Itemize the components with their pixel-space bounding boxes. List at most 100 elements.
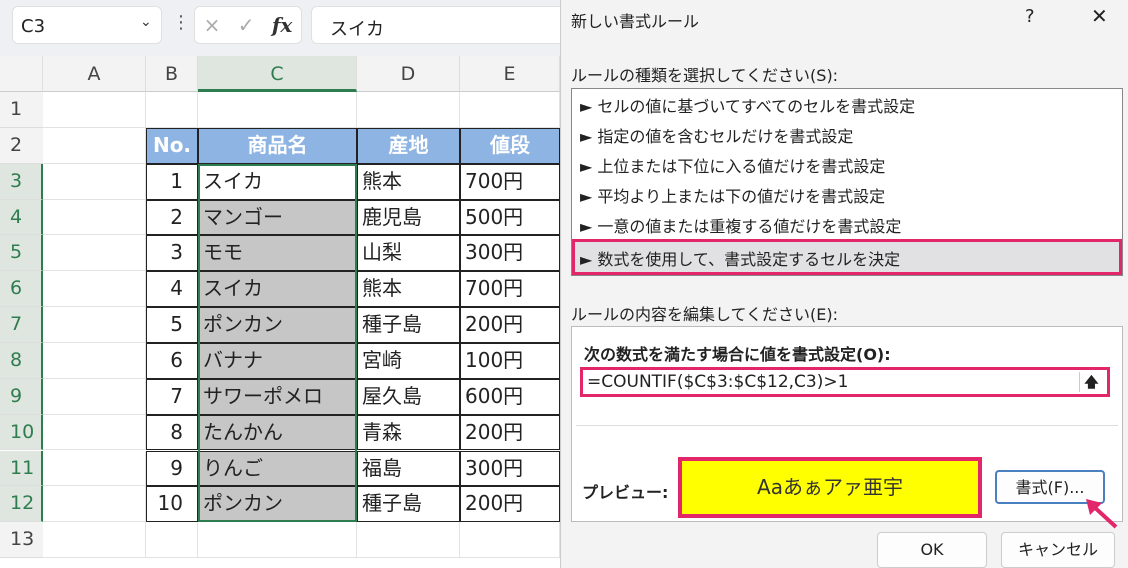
table-cell[interactable]: 種子島: [357, 486, 460, 523]
table-cell[interactable]: 500円: [460, 199, 560, 236]
row-header-3[interactable]: 3: [0, 163, 43, 200]
table-cell[interactable]: 種子島: [357, 307, 460, 343]
table-cell[interactable]: 300円: [460, 235, 560, 272]
table-cell[interactable]: 300円: [460, 450, 560, 487]
row-header-7[interactable]: 7: [0, 307, 43, 343]
cell[interactable]: [146, 522, 198, 559]
table-cell[interactable]: 9: [146, 450, 198, 487]
cell[interactable]: [43, 307, 146, 343]
row-header-1[interactable]: 1: [0, 92, 43, 128]
function-icon[interactable]: fx: [272, 13, 293, 37]
table-cell[interactable]: 200円: [460, 486, 560, 523]
rule-type-label: 平均より上または下の値だけを書式設定: [597, 187, 886, 206]
column-header-B[interactable]: B: [146, 56, 198, 92]
rule-formula-input[interactable]: =COUNTIF($C$3:$C$12,C3)>1 🡅: [580, 367, 1110, 397]
table-cell[interactable]: 200円: [460, 414, 560, 451]
table-header-cell[interactable]: 値段: [460, 127, 560, 164]
dialog-title: 新しい書式ルール: [571, 12, 700, 31]
column-header-C[interactable]: C: [198, 56, 357, 92]
cell[interactable]: [43, 342, 146, 379]
rule-type-item[interactable]: ► 数式を使用して、書式設定するセルを決定: [572, 239, 1122, 275]
table-cell[interactable]: 8: [146, 414, 198, 451]
column-header-E[interactable]: E: [460, 56, 560, 92]
select-all-corner[interactable]: [0, 56, 43, 92]
row-header-12[interactable]: 12: [0, 486, 43, 523]
cell[interactable]: [460, 92, 560, 128]
row-header-11[interactable]: 11: [0, 450, 43, 487]
column-header-A[interactable]: A: [43, 56, 146, 92]
cell[interactable]: [43, 450, 146, 487]
table-cell[interactable]: 熊本: [357, 163, 460, 200]
cell[interactable]: [460, 522, 560, 559]
row-header-9[interactable]: 9: [0, 378, 43, 415]
rule-type-list[interactable]: ► セルの値に基づいてすべてのセルを書式設定 ► 指定の値を含むセルだけを書式設定…: [571, 88, 1123, 276]
cell[interactable]: [43, 271, 146, 308]
cancel-button[interactable]: キャンセル: [1001, 532, 1115, 568]
row-header-4[interactable]: 4: [0, 199, 43, 236]
table-cell[interactable]: 福島: [357, 450, 460, 487]
table-cell[interactable]: 700円: [460, 163, 560, 200]
table-cell[interactable]: 山梨: [357, 235, 460, 272]
table-header-cell[interactable]: No.: [146, 127, 198, 164]
row-header-13[interactable]: 13: [0, 522, 43, 559]
table-cell[interactable]: 600円: [460, 378, 560, 415]
check-icon[interactable]: ✓: [238, 13, 255, 37]
collapse-dialog-icon[interactable]: 🡅: [1079, 372, 1103, 392]
table-cell[interactable]: 2: [146, 199, 198, 236]
table-cell[interactable]: 青森: [357, 414, 460, 451]
rule-type-label: 数式を使用して、書式設定するセルを決定: [597, 250, 901, 269]
table-cell[interactable]: 6: [146, 342, 198, 379]
table-cell[interactable]: 4: [146, 271, 198, 308]
cell[interactable]: [43, 163, 146, 200]
cell[interactable]: [43, 522, 146, 559]
cell[interactable]: [43, 235, 146, 272]
cell[interactable]: [43, 378, 146, 415]
table-cell[interactable]: 100円: [460, 342, 560, 379]
preview-label: プレビュー:: [582, 483, 669, 502]
table-cell[interactable]: 3: [146, 235, 198, 272]
table-cell[interactable]: 5: [146, 307, 198, 343]
ok-button[interactable]: OK: [877, 532, 987, 568]
table-header-cell[interactable]: 商品名: [198, 127, 357, 164]
more-icon[interactable]: ⋮: [172, 12, 190, 33]
cell[interactable]: [357, 522, 460, 559]
row-header-2[interactable]: 2: [0, 127, 43, 164]
new-format-rule-dialog: 新しい書式ルール ? ✕ ルールの種類を選択してください(S): ► セルの値に…: [560, 0, 1128, 568]
cell[interactable]: [43, 199, 146, 236]
column-header-D[interactable]: D: [357, 56, 460, 92]
row-header-5[interactable]: 5: [0, 235, 43, 272]
row-header-8[interactable]: 8: [0, 342, 43, 379]
rule-type-item[interactable]: ► 指定の値を含むセルだけを書式設定: [572, 119, 1122, 149]
rule-type-item[interactable]: ► 上位または下位に入る値だけを書式設定: [572, 149, 1122, 179]
table-cell[interactable]: 200円: [460, 307, 560, 343]
table-cell[interactable]: 10: [146, 486, 198, 523]
table-cell[interactable]: 7: [146, 378, 198, 415]
arrow-icon: ►: [580, 250, 593, 269]
cell[interactable]: [43, 486, 146, 523]
rule-type-item[interactable]: ► 平均より上または下の値だけを書式設定: [572, 179, 1122, 209]
help-icon[interactable]: ?: [1025, 6, 1035, 27]
table-cell[interactable]: 鹿児島: [357, 199, 460, 236]
close-icon[interactable]: ✕: [1091, 4, 1108, 28]
cell[interactable]: [198, 92, 357, 128]
cell[interactable]: [146, 92, 198, 128]
table-cell[interactable]: 1: [146, 163, 198, 200]
row-header-6[interactable]: 6: [0, 271, 43, 308]
cell[interactable]: [43, 414, 146, 451]
pointer-arrow-icon: [1086, 499, 1118, 529]
table-cell[interactable]: 熊本: [357, 271, 460, 308]
table-cell[interactable]: 700円: [460, 271, 560, 308]
cell[interactable]: [43, 92, 146, 128]
cancel-icon[interactable]: ×: [204, 13, 221, 37]
chevron-down-icon[interactable]: ⌄: [140, 14, 152, 30]
cell[interactable]: [198, 522, 357, 559]
table-header-cell[interactable]: 産地: [357, 127, 460, 164]
cell[interactable]: [43, 127, 146, 164]
table-cell[interactable]: 宮崎: [357, 342, 460, 379]
formula-input[interactable]: スイカ: [311, 6, 571, 44]
row-header-10[interactable]: 10: [0, 414, 43, 451]
rule-type-item[interactable]: ► セルの値に基づいてすべてのセルを書式設定: [572, 89, 1122, 119]
table-cell[interactable]: 屋久島: [357, 378, 460, 415]
cell[interactable]: [357, 92, 460, 128]
rule-type-item[interactable]: ► 一意の値または重複する値だけを書式設定: [572, 209, 1122, 239]
